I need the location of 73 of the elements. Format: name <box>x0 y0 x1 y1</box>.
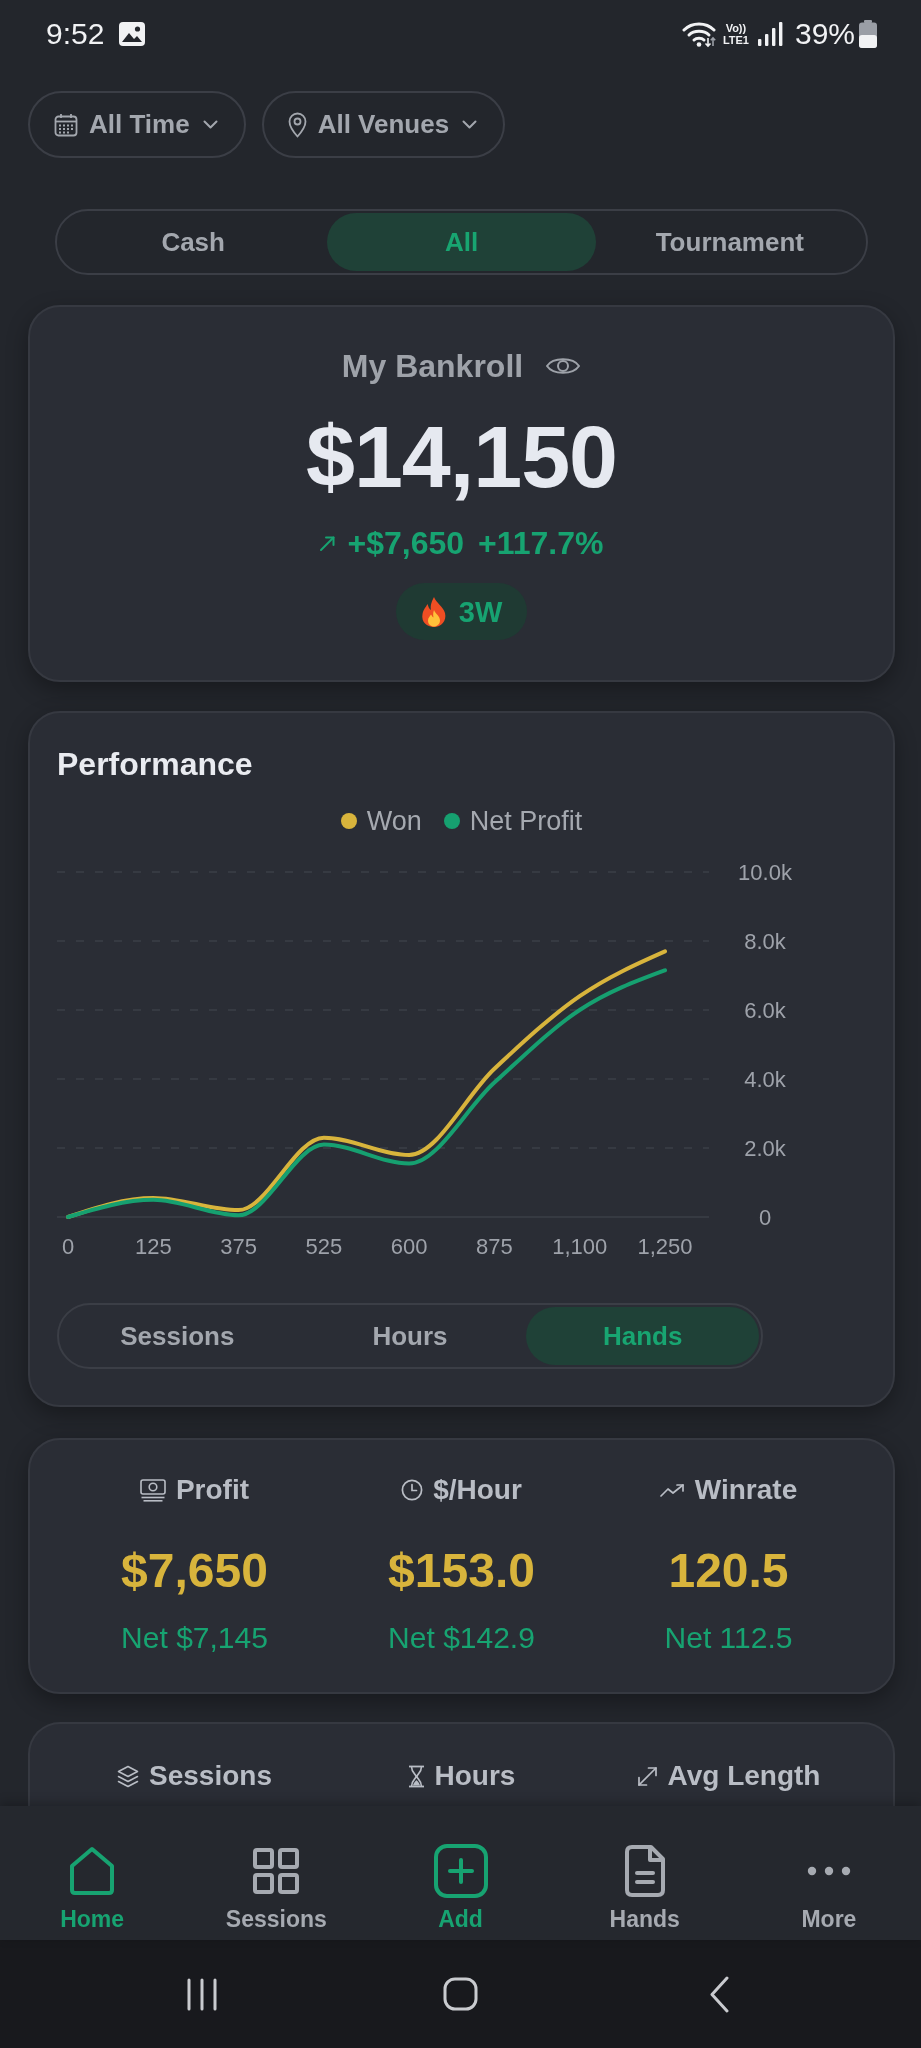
stat-label: Profit <box>175 1473 250 1507</box>
x-axis-label: 125 <box>134 1234 172 1259</box>
stat-value: 120.5 <box>668 1544 789 1598</box>
nav-tab[interactable]: Hands <box>552 1806 737 1940</box>
chevron-down-icon <box>462 120 478 129</box>
performance-title: Performance <box>57 745 253 783</box>
battery-icon <box>859 20 877 48</box>
add-button[interactable]: Add <box>368 1806 553 1940</box>
trend-up-arrow-icon <box>319 534 337 552</box>
streak-count: 3W <box>458 594 503 629</box>
profit-change: +$7,650 <box>347 525 465 561</box>
stat-label: Sessions <box>149 1759 272 1793</box>
back-chevron-icon <box>709 1975 730 2013</box>
y-axis-label: 6.0k <box>744 998 786 1023</box>
bankroll-amount: $14,150 <box>305 413 618 501</box>
signal-icon <box>756 22 783 46</box>
stat-label: Hours <box>434 1759 516 1793</box>
game-type-tab[interactable]: All <box>327 213 596 271</box>
chevron-down-icon <box>202 120 218 129</box>
x-axis-label: 1,100 <box>552 1234 608 1259</box>
y-axis-label: 0 <box>758 1205 772 1230</box>
x-axis-label: 375 <box>220 1234 257 1259</box>
trending-up-icon <box>659 1483 685 1497</box>
bankroll-title: My Bankroll <box>341 347 524 385</box>
calendar-icon <box>54 112 78 137</box>
x-axis-label: 525 <box>305 1234 343 1259</box>
stat-net-value: Net $142.9 <box>388 1621 535 1655</box>
stat-label: Winrate <box>694 1473 798 1507</box>
recent-apps-icon <box>185 1977 218 2011</box>
y-axis-label: 10.0k <box>738 860 792 885</box>
document-icon <box>623 1845 666 1897</box>
stat-net-value: Net 112.5 <box>664 1621 793 1655</box>
home-square-icon <box>443 1977 478 2011</box>
stat-value: $7,650 <box>121 1544 268 1598</box>
clock-icon <box>401 1479 424 1501</box>
x-axis-label: 1,250 <box>637 1234 693 1259</box>
house-icon <box>69 1846 116 1896</box>
legend-label: Won <box>366 805 422 837</box>
filter-dropdown[interactable]: All Time <box>28 91 246 158</box>
status-time: 9:52 <box>46 16 105 52</box>
more-dots-icon <box>806 1866 851 1876</box>
map-pin-icon <box>287 111 307 138</box>
image-notification-icon <box>119 22 146 46</box>
x-axis-label: 0 <box>61 1234 75 1259</box>
nav-tab[interactable]: Home <box>0 1806 185 1940</box>
game-type-tab[interactable]: Tournament <box>595 213 864 271</box>
legend-label: Net Profit <box>469 805 583 837</box>
network-label: Vo)) LTE1 <box>722 22 749 46</box>
wifi-icon <box>681 20 716 48</box>
x-axis-tab[interactable]: Sessions <box>61 1307 294 1365</box>
x-axis-label: 875 <box>476 1234 513 1259</box>
x-axis-label: 600 <box>390 1234 428 1259</box>
stat-label: $/Hour <box>433 1473 522 1507</box>
stat-net-value: Net $7,145 <box>121 1621 268 1655</box>
nav-tab[interactable]: More <box>736 1806 921 1940</box>
filter-dropdown[interactable]: All Venues <box>261 91 506 158</box>
stat-value: $153.0 <box>388 1544 535 1598</box>
y-axis-label: 8.0k <box>744 929 786 954</box>
battery-percent: 39% <box>794 16 855 52</box>
stat-label: Avg Length <box>667 1759 821 1793</box>
plus-square-icon <box>433 1844 488 1898</box>
game-type-tab[interactable]: Cash <box>59 213 328 271</box>
layers-icon <box>117 1764 139 1788</box>
banknote-icon <box>139 1478 166 1502</box>
x-axis-tab[interactable]: Hands <box>526 1307 759 1365</box>
y-axis-label: 4.0k <box>744 1067 786 1092</box>
hourglass-icon <box>407 1764 425 1788</box>
diagonal-arrows-icon <box>636 1765 658 1787</box>
grid-icon <box>253 1848 300 1894</box>
profit-change-percent: +117.7% <box>478 525 604 561</box>
y-axis-label: 2.0k <box>744 1136 786 1161</box>
nav-tab[interactable]: Sessions <box>184 1806 369 1940</box>
x-axis-tab[interactable]: Hours <box>293 1307 527 1365</box>
